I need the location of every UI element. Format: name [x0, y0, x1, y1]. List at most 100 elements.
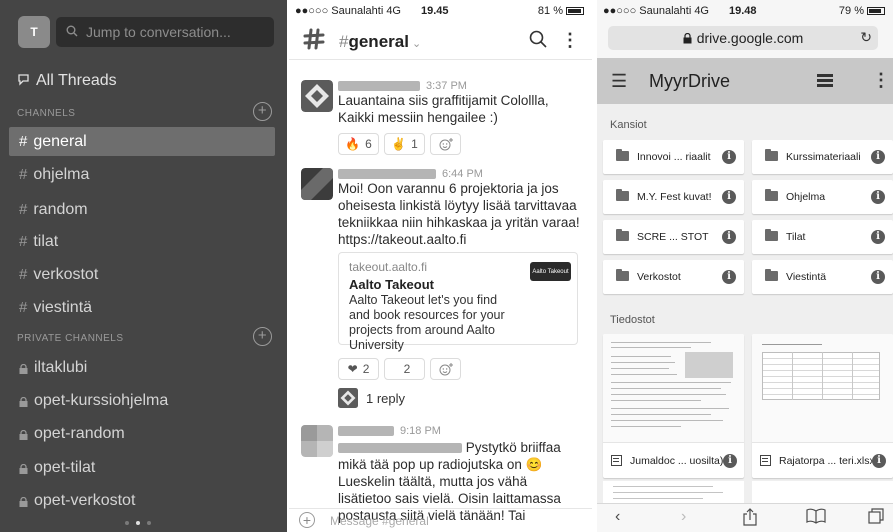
search-icon[interactable]: [529, 30, 547, 53]
channels-section-header: CHANNELS +: [17, 102, 272, 121]
info-icon[interactable]: i: [723, 454, 737, 468]
lock-icon: [19, 496, 28, 507]
message-meta: 6:44 PM: [338, 168, 483, 180]
folder-item[interactable]: Viestintä i: [752, 260, 893, 294]
sidebar-item-tilat[interactable]: # tilat: [9, 227, 275, 256]
reaction-pill[interactable]: ❤ 2: [338, 358, 379, 380]
folder-item[interactable]: Tilat i: [752, 220, 893, 254]
page-indicator: [125, 521, 151, 525]
folder-name: Kurssimateriaali: [786, 151, 861, 163]
redacted-username: [338, 426, 394, 436]
sidebar-item-opet-verkostot[interactable]: opet-verkostot: [9, 486, 275, 515]
battery-percent: 79 %: [838, 5, 864, 17]
info-icon[interactable]: i: [722, 190, 736, 204]
channel-title[interactable]: #general ⌄: [339, 32, 421, 52]
document-preview: [603, 334, 744, 442]
sidebar-item-opet-random[interactable]: opet-random: [9, 419, 275, 448]
add-reaction-button[interactable]: [430, 358, 461, 380]
sidebar-item-opet-kurssiohjelma[interactable]: opet-kurssiohjelma: [9, 386, 275, 415]
folder-icon: [765, 269, 778, 281]
folder-icon: [616, 149, 629, 161]
reload-icon[interactable]: ↻: [860, 29, 872, 46]
link-preview-card[interactable]: takeout.aalto.fi Aalto Takeout Aalto Tak…: [338, 252, 578, 352]
folder-item[interactable]: Innovoi ... riaalit i: [603, 140, 744, 174]
folder-item[interactable]: Ohjelma i: [752, 180, 893, 214]
link-thumbnail: Aalto Takeout: [530, 262, 571, 281]
info-icon[interactable]: i: [872, 454, 886, 468]
folder-name: Verkostot: [637, 271, 681, 283]
channel-label: verkostot: [33, 265, 99, 283]
file-name: Rajatorpa ... teri.xlsx: [779, 455, 875, 467]
sidebar-item-verkostot[interactable]: # verkostot: [9, 260, 275, 289]
lock-icon: [19, 363, 28, 374]
info-icon[interactable]: i: [722, 230, 736, 244]
user-avatar[interactable]: [301, 80, 333, 112]
sidebar-item-iltaklubi[interactable]: iltaklubi: [9, 353, 275, 382]
reaction-pill[interactable]: ✌ 1: [384, 133, 425, 155]
back-icon[interactable]: ‹: [615, 508, 620, 526]
sidebar-item-random[interactable]: # random: [9, 195, 275, 224]
all-threads-label: All Threads: [36, 72, 117, 89]
sidebar-item-ohjelma[interactable]: # ohjelma: [9, 160, 275, 189]
hash-icon: #: [19, 233, 28, 250]
jump-to-conversation-input[interactable]: Jump to conversation...: [56, 17, 274, 47]
sidebar-item-general[interactable]: # general: [9, 127, 275, 156]
message-composer[interactable]: + Message #general: [289, 508, 592, 532]
thread-replies-link[interactable]: 1 reply: [338, 388, 405, 408]
user-avatar[interactable]: [301, 168, 333, 200]
info-icon[interactable]: i: [722, 270, 736, 284]
attach-plus-button[interactable]: +: [299, 512, 315, 528]
info-icon[interactable]: i: [871, 150, 885, 164]
user-avatar[interactable]: [301, 425, 333, 457]
reply-count: 1 reply: [366, 390, 406, 406]
file-item[interactable]: Jumaldoc ... uosilta) i: [603, 334, 744, 478]
heart-icon: ❤: [347, 362, 358, 376]
folder-item[interactable]: Verkostot i: [603, 260, 744, 294]
private-channels-section-header: PRIVATE CHANNELS +: [17, 327, 272, 346]
slack-logo-icon[interactable]: [303, 28, 325, 57]
more-options-icon[interactable]: ⋮: [872, 70, 890, 91]
add-reaction-button[interactable]: [430, 133, 461, 155]
spreadsheet-preview: [752, 334, 893, 442]
sidebar-item-viestinta[interactable]: # viestintä: [9, 293, 275, 322]
workspace-avatar[interactable]: T: [18, 16, 50, 48]
battery-icon: [867, 7, 885, 15]
forward-icon[interactable]: ›: [681, 508, 686, 526]
channel-label: ohjelma: [33, 165, 90, 183]
channel-label: viestintä: [33, 298, 93, 316]
info-icon[interactable]: i: [871, 270, 885, 284]
more-options-icon[interactable]: ⋮: [561, 30, 579, 51]
chevron-down-icon: ⌄: [411, 38, 422, 50]
info-icon[interactable]: i: [722, 150, 736, 164]
bookmarks-icon[interactable]: [806, 508, 826, 529]
add-channel-button[interactable]: +: [253, 102, 272, 121]
lock-icon: [683, 32, 692, 43]
hamburger-menu-icon[interactable]: ☰: [611, 71, 627, 92]
url-field[interactable]: drive.google.com ↻: [608, 26, 878, 50]
reaction-pill[interactable]: 🔥 6: [338, 133, 379, 155]
folder-icon: [765, 189, 778, 201]
all-threads-item[interactable]: All Threads: [17, 72, 117, 90]
share-icon[interactable]: [743, 508, 757, 531]
file-footer: Jumaldoc ... uosilta) i: [603, 442, 744, 478]
victory-hand-icon: ✌: [391, 137, 407, 151]
channel-label: iltaklubi: [34, 358, 88, 376]
page-dot-active: [136, 521, 140, 525]
list-view-icon[interactable]: [817, 74, 833, 92]
tabs-icon[interactable]: [868, 508, 884, 529]
document-icon: [611, 455, 622, 466]
folder-icon: [765, 229, 778, 241]
file-item[interactable]: Rajatorpa ... teri.xlsx i: [752, 334, 893, 478]
info-icon[interactable]: i: [871, 190, 885, 204]
page-dot: [147, 521, 151, 525]
folder-item[interactable]: M.Y. Fest kuvat! i: [603, 180, 744, 214]
sidebar-item-opet-tilat[interactable]: opet-tilat: [9, 453, 275, 482]
channel-label: opet-kurssiohjelma: [34, 391, 169, 409]
reaction-pill[interactable]: 2: [384, 358, 425, 380]
folder-item[interactable]: SCRE ... STOT i: [603, 220, 744, 254]
folder-name: Innovoi ... riaalit: [637, 151, 711, 163]
add-private-channel-button[interactable]: +: [253, 327, 272, 346]
info-icon[interactable]: i: [871, 230, 885, 244]
folder-item[interactable]: Kurssimateriaali i: [752, 140, 893, 174]
status-bar: ●●○○○ Saunalahti 4G 19.48 79 %: [597, 0, 893, 20]
